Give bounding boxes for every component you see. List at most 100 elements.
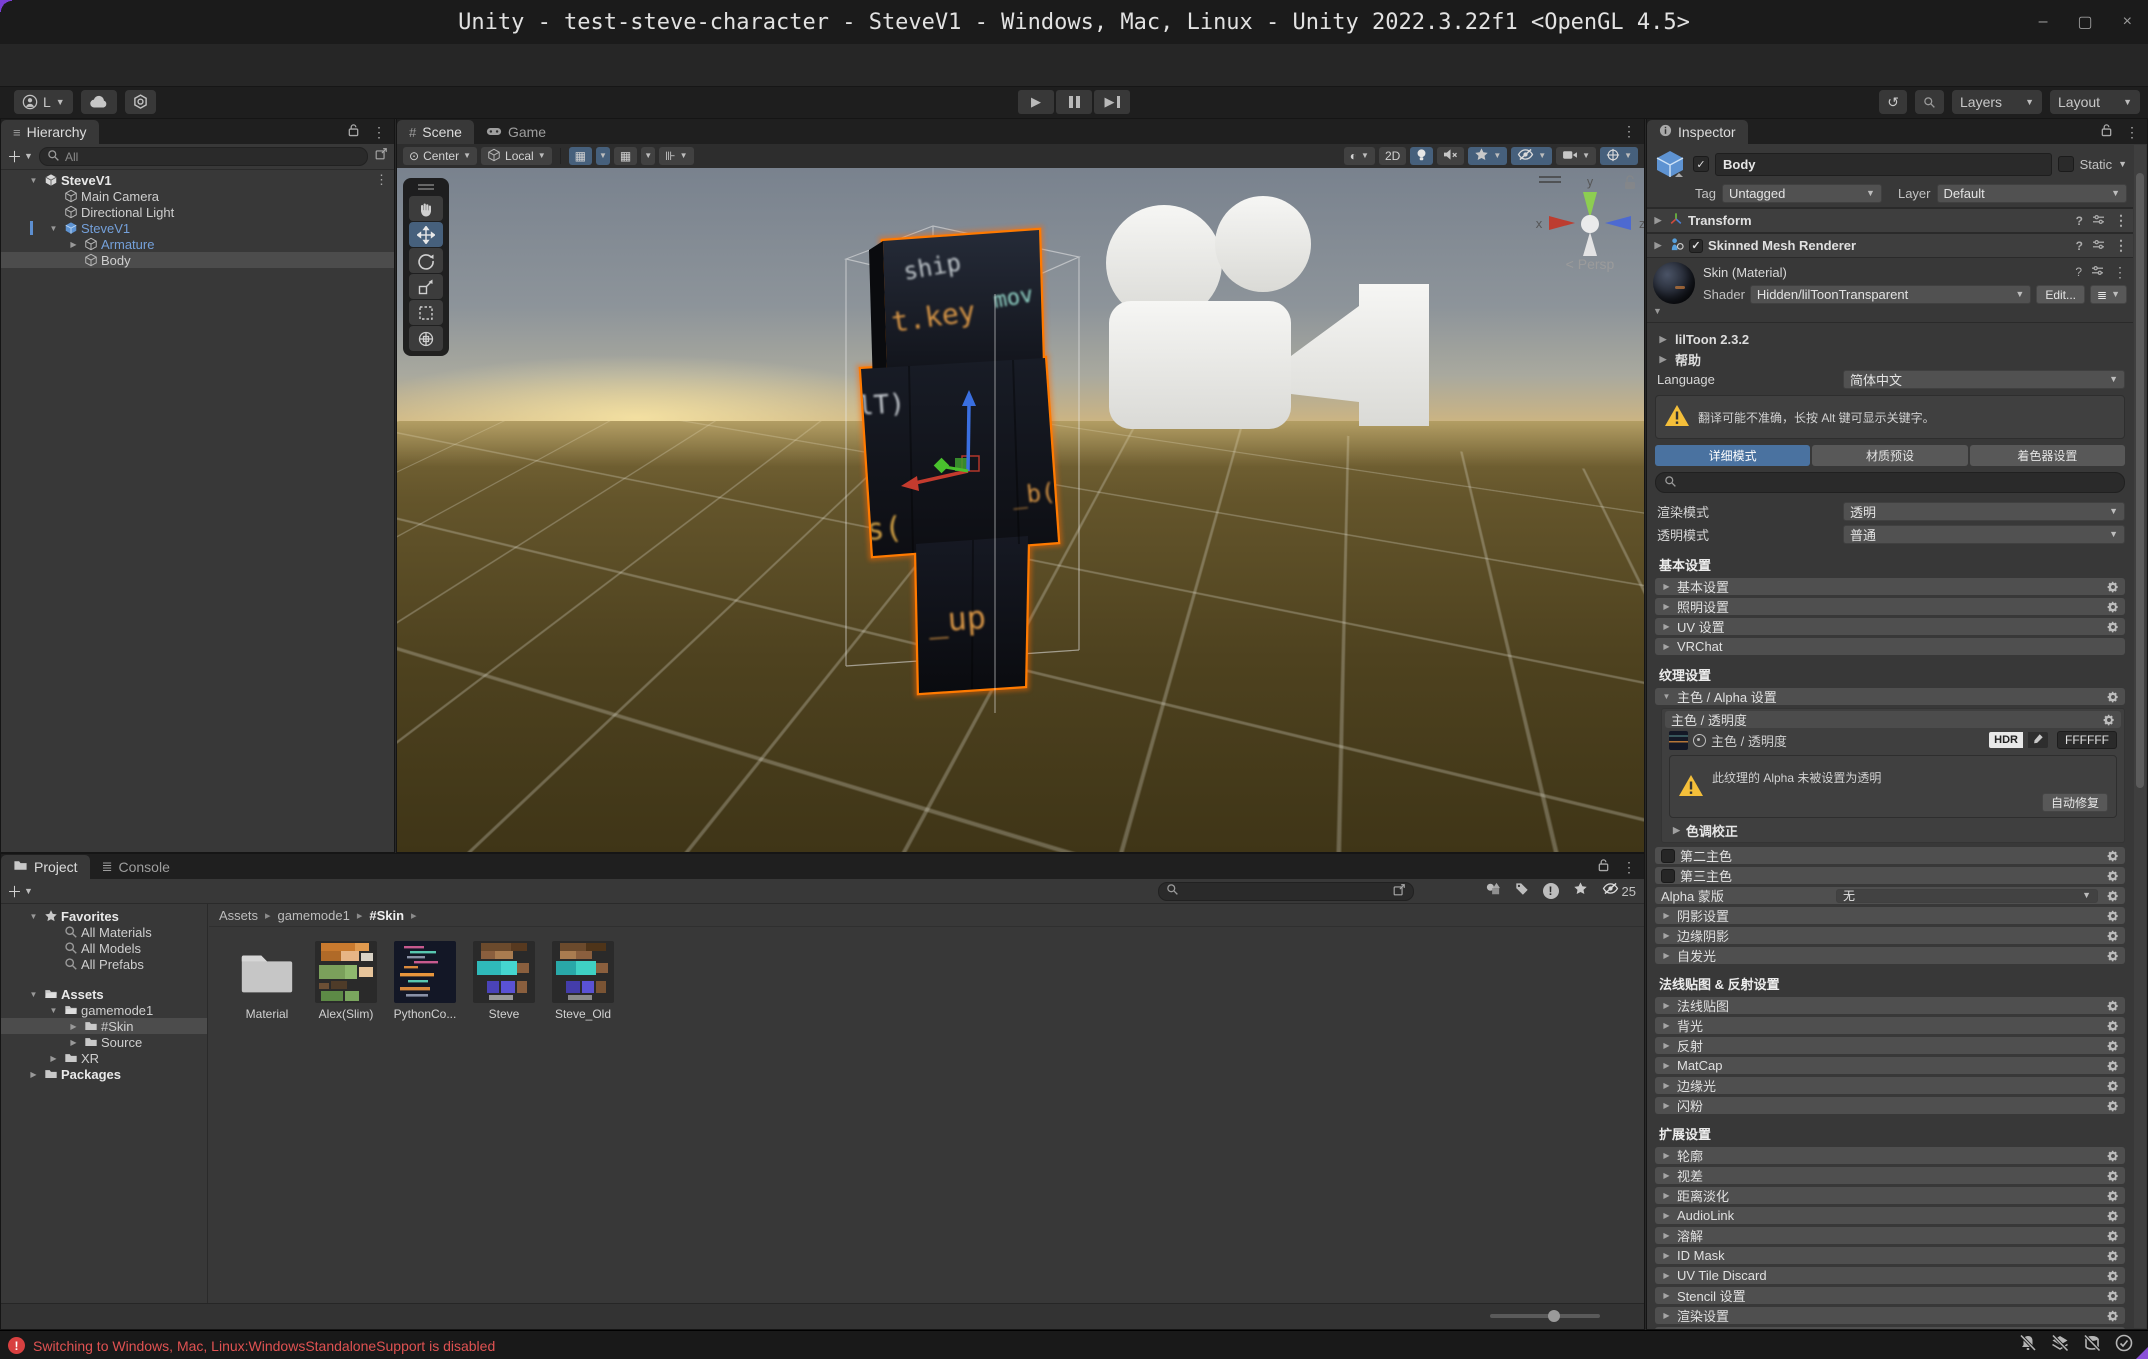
object-picker-icon[interactable] (1693, 734, 1706, 747)
progress-ok-icon[interactable] (2114, 1333, 2134, 1353)
gear-icon[interactable] (2107, 950, 2119, 962)
project-tree-item[interactable]: ▶ Source (1, 1034, 207, 1050)
mode-tab[interactable]: 材质预设 (1812, 445, 1967, 466)
search-window-icon[interactable] (1392, 883, 1406, 900)
add-object-button[interactable]: ＋▼ (7, 146, 33, 167)
gear-icon[interactable] (2107, 1060, 2119, 1072)
gear-icon[interactable] (2107, 621, 2119, 633)
gear-icon[interactable] (2107, 870, 2119, 882)
item-menu-icon[interactable]: ⋮ (375, 172, 388, 188)
camera-gizmo[interactable] (1057, 188, 1457, 468)
tab-game[interactable]: Game (474, 120, 558, 144)
transform-component-header[interactable]: ▶ Transform ?⋮ (1647, 208, 2133, 233)
steve-character[interactable]: shipmovt.keyelT)s(_b(_up (817, 208, 1117, 728)
liltoon-row[interactable]: ▶基本设置 (1655, 578, 2125, 595)
panel-menu-icon[interactable]: ⋮ (2125, 124, 2139, 141)
play-button[interactable]: ▶ (1018, 90, 1054, 114)
liltoon-row[interactable]: ▶MatCap (1655, 1057, 2125, 1074)
tool-pivot-dropdown[interactable]: ⊙Center▼ (403, 147, 477, 165)
minimize-button[interactable]: – (2039, 13, 2048, 31)
tone-correction-foldout[interactable]: ▶色调校正 (1665, 821, 2121, 840)
lock-icon[interactable] (2100, 123, 2113, 142)
account-button[interactable]: L▼ (14, 90, 73, 114)
liltoon-row[interactable]: ▶阴影设置 (1655, 907, 2125, 924)
project-tree-item[interactable]: All Prefabs (1, 956, 207, 972)
lock-icon[interactable] (347, 123, 360, 142)
liltoon-row[interactable]: ▶UV 设置 (1655, 618, 2125, 635)
foldout-arrow[interactable]: ▼ (47, 1006, 60, 1015)
palette-drag-handle[interactable] (406, 184, 446, 192)
lock-icon[interactable] (1597, 858, 1610, 877)
effects-dropdown[interactable]: ▼ (1468, 147, 1507, 165)
mute-notifications-icon[interactable] (2018, 1333, 2038, 1353)
project-tree-item[interactable]: ▶ XR (1, 1050, 207, 1066)
gear-icon[interactable] (2107, 1230, 2119, 1242)
breadcrumb-item[interactable]: Assets▸ (219, 908, 271, 923)
tab-hierarchy[interactable]: ≡Hierarchy (1, 120, 99, 144)
project-tree-item[interactable]: ▼ Assets (1, 986, 207, 1002)
liltoon-row[interactable]: ▶照明设置 (1655, 598, 2125, 615)
breadcrumb-item[interactable]: #Skin▸ (369, 908, 416, 923)
thumbnail-zoom-slider[interactable] (1490, 1314, 1600, 1318)
snap-increment-button[interactable]: ⊪▼ (659, 147, 693, 165)
liltoon-row[interactable]: ▶法线贴图 (1655, 997, 2125, 1014)
mode-tab[interactable]: 着色器设置 (1970, 445, 2125, 466)
asset-item[interactable]: Steve_Old (550, 941, 616, 1021)
gear-icon[interactable] (2107, 1270, 2119, 1282)
tool-space-dropdown[interactable]: Local▼ (481, 147, 552, 165)
foldout-arrow[interactable]: ▼ (27, 176, 40, 185)
liltoon-row[interactable]: ▶反射 (1655, 1037, 2125, 1054)
liltoon-row[interactable]: ▶背光 (1655, 1017, 2125, 1034)
pause-button[interactable] (1056, 90, 1092, 114)
asset-item[interactable]: PythonCo... (392, 941, 458, 1021)
shader-edit-button[interactable]: Edit... (2036, 285, 2085, 304)
gear-icon[interactable] (2107, 1290, 2119, 1302)
liltoon-row[interactable]: 第三主色 (1655, 867, 2125, 884)
undo-history-button[interactable]: ↺ (1879, 90, 1907, 114)
component-menu-icon[interactable]: ⋮ (2114, 212, 2128, 229)
lock-icon[interactable] (1625, 176, 1635, 189)
panel-menu-icon[interactable]: ⋮ (372, 124, 386, 141)
exclamation-icon[interactable]: ! (1543, 883, 1559, 899)
rect-tool-button[interactable] (409, 300, 443, 325)
cache-disabled-icon[interactable] (2082, 1333, 2102, 1353)
language-dropdown[interactable]: 简体中文▼ (1843, 370, 2125, 389)
liltoon-row[interactable]: ▶闪粉 (1655, 1097, 2125, 1114)
asset-item[interactable]: Steve (471, 941, 537, 1021)
visibility-dropdown[interactable]: ▼ (1511, 147, 1552, 165)
tab-inspector[interactable]: Inspector (1647, 120, 1748, 144)
search-button[interactable] (1915, 90, 1944, 114)
gear-icon[interactable] (2107, 850, 2119, 862)
2d-toggle[interactable]: 2D (1379, 147, 1406, 165)
hierarchy-item[interactable]: ▼ SteveV1 ⋮ (1, 220, 394, 236)
hierarchy-item[interactable]: Directional Light ⋮ (1, 204, 394, 220)
preset-icon[interactable] (2091, 265, 2104, 279)
project-tree-item[interactable]: ▶ Packages (1, 1066, 207, 1082)
component-menu-icon[interactable]: ⋮ (2114, 237, 2128, 254)
material-preview-sphere[interactable] (1653, 262, 1695, 304)
foldout-arrow[interactable]: ▶ (27, 1070, 40, 1079)
collab-disabled-icon[interactable] (2050, 1333, 2070, 1353)
move-tool-button[interactable] (409, 222, 443, 247)
material-foldout-arrow[interactable]: ▼ (1653, 306, 1695, 316)
gear-icon[interactable] (2107, 581, 2119, 593)
gear-icon[interactable] (2103, 714, 2115, 726)
main-color-foldout[interactable]: ▼主色 / Alpha 设置 (1655, 688, 2125, 705)
liltoon-row[interactable]: ▶AudioLink (1655, 1207, 2125, 1224)
liltoon-row[interactable]: ▶Stencil 设置 (1655, 1287, 2125, 1304)
gear-icon[interactable] (2107, 1210, 2119, 1222)
property-search-input[interactable] (1655, 472, 2125, 493)
lighting-toggle[interactable] (1410, 147, 1433, 165)
project-search-input[interactable] (1158, 882, 1414, 901)
project-tree-item[interactable]: ▼ gamemode1 (1, 1002, 207, 1018)
liltoon-row[interactable]: ▶边缘光 (1655, 1077, 2125, 1094)
liltoon-row[interactable]: ▶ID Mask (1655, 1247, 2125, 1264)
material-menu-icon[interactable]: ⋮ (2113, 264, 2127, 281)
tag-dropdown[interactable]: Untagged▼ (1722, 184, 1882, 203)
value-dropdown[interactable]: 无▼ (1836, 889, 2098, 903)
gear-icon[interactable] (2107, 691, 2119, 703)
mode-tab[interactable]: 详细模式 (1655, 445, 1810, 466)
hand-tool-button[interactable] (409, 196, 443, 221)
create-asset-button[interactable]: ＋▼ (7, 881, 33, 902)
foldout-arrow[interactable]: ▼ (27, 912, 40, 921)
